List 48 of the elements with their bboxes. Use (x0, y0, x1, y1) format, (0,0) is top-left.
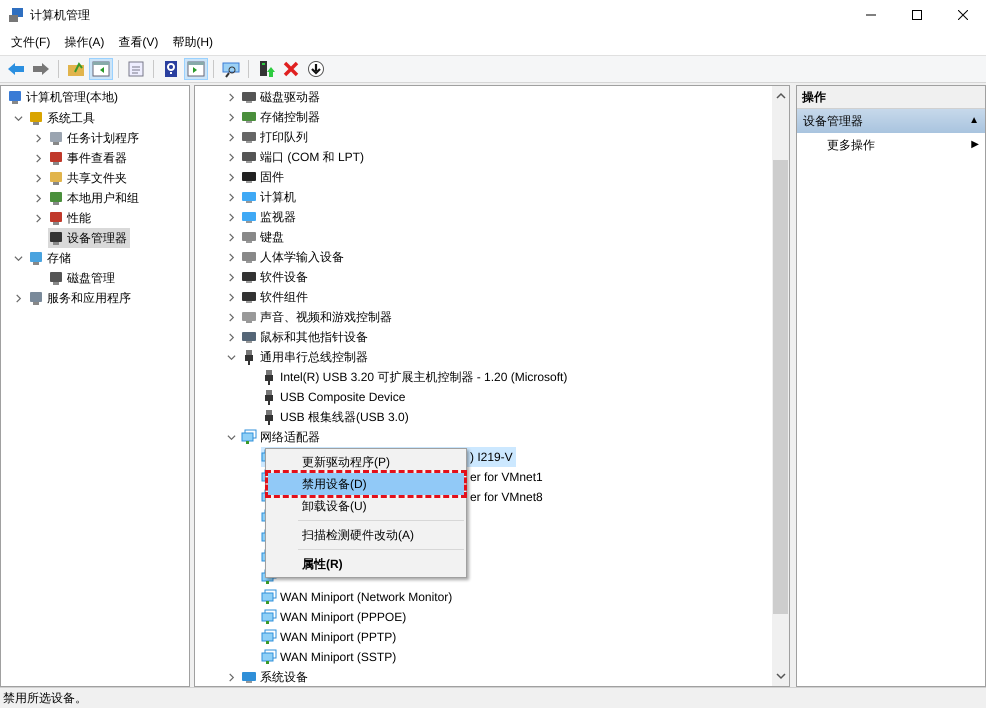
tree-item[interactable]: 系统工具 (28, 108, 98, 128)
menu-item[interactable]: 操作(A) (57, 34, 112, 51)
tree-item[interactable]: 系统设备 (241, 667, 311, 687)
tree-item[interactable]: 服务和应用程序 (28, 288, 134, 308)
menu-item[interactable]: 帮助(H) (165, 34, 220, 51)
tree-item[interactable]: 鼠标和其他指针设备 (241, 327, 371, 347)
tree-item[interactable]: 通用串行总线控制器 (241, 347, 371, 367)
tree-item[interactable]: WAN Miniport (SSTP) (261, 647, 400, 667)
tree-item[interactable]: 本地用户和组 (48, 188, 142, 208)
tree-item[interactable]: USB 根集线器(USB 3.0) (261, 407, 412, 427)
tree-item[interactable]: 软件设备 (241, 267, 311, 287)
menu-item[interactable]: 卸载设备(U) (268, 495, 464, 517)
menu-item[interactable]: 查看(V) (111, 34, 166, 51)
tree-item[interactable]: WAN Miniport (PPPOE) (261, 607, 410, 627)
tree-item[interactable]: 共享文件夹 (48, 168, 130, 188)
tree-item[interactable]: 固件 (241, 167, 287, 187)
tree-item[interactable]: 计算机管理(本地) (7, 87, 121, 107)
tree-item[interactable]: 声音、视频和游戏控制器 (241, 307, 395, 327)
action-link[interactable]: 更多操作 ▶ (797, 133, 985, 157)
tree-item[interactable]: WAN Miniport (PPTP) (261, 627, 400, 647)
tree-item[interactable]: 软件组件 (241, 287, 311, 307)
menu-item[interactable]: 扫描检测硬件改动(A) (268, 524, 464, 546)
tree-item[interactable]: USB Composite Device (261, 387, 408, 407)
tree-item[interactable]: WAN Miniport (Network Monitor) (261, 587, 456, 607)
tree-item[interactable]: 存储控制器 (241, 107, 323, 127)
menu-item[interactable]: 禁用设备(D) (268, 473, 464, 495)
tree-item[interactable]: Intel(R) USB 3.20 可扩展主机控制器 - 1.20 (Microsoft) (261, 367, 570, 387)
menu-item[interactable]: 更新驱动程序(P) (268, 451, 464, 473)
section-header[interactable]: 设备管理器 ▲ (797, 109, 985, 133)
pane-title: 操作 (797, 86, 985, 109)
tree-item[interactable]: 监视器 (241, 207, 299, 227)
tree-item[interactable]: 打印队列 (241, 127, 311, 147)
tree-item[interactable]: 计算机 (241, 187, 299, 207)
tree-item[interactable]: 人体学输入设备 (241, 247, 347, 267)
tree-item[interactable]: 存储 (28, 248, 74, 268)
tree-item[interactable]: 设备管理器 (48, 228, 130, 248)
tree-item[interactable]: 磁盘管理 (48, 268, 118, 288)
window-title: 计算机管理 (30, 6, 90, 24)
status-bar: 禁用所选设备。 (0, 687, 986, 708)
tree-item[interactable]: 任务计划程序 (48, 128, 142, 148)
tree-item[interactable]: 网络适配器 (241, 427, 323, 447)
tree-item[interactable]: 事件查看器 (48, 148, 130, 168)
tree-item[interactable]: 性能 (48, 208, 94, 228)
menu-item[interactable]: 文件(F) (4, 34, 58, 51)
tree-item[interactable]: 端口 (COM 和 LPT) (241, 147, 367, 167)
tree-item[interactable]: 键盘 (241, 227, 287, 247)
tree-item[interactable]: 磁盘驱动器 (241, 87, 323, 107)
menu-item[interactable]: 属性(R) (268, 553, 464, 575)
